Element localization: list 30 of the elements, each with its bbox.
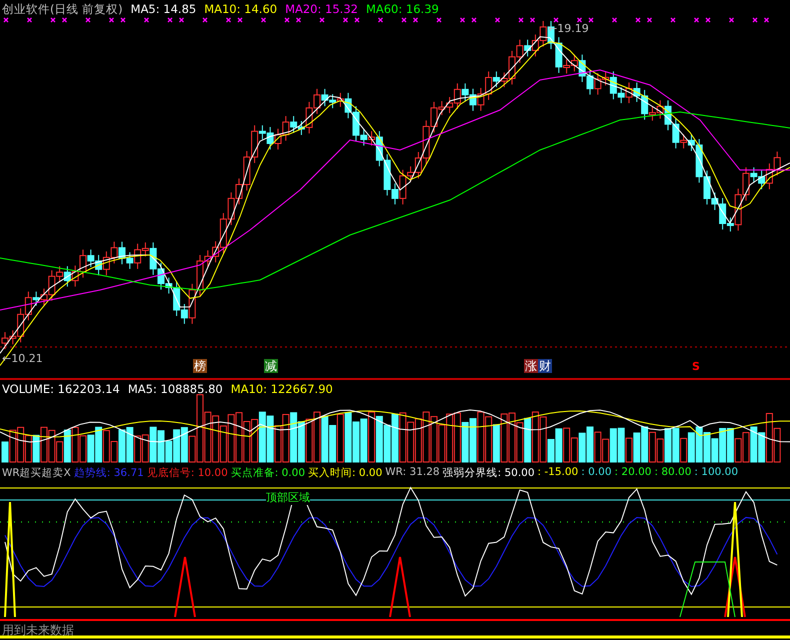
indicator-value: MA5: 108885.80 [128,382,223,396]
signal-tag: 榜 [193,359,207,373]
indicator-value: 强弱分界线: 50.00 [442,466,535,480]
indicator-value: : -15.00 [538,466,578,480]
signal-tag: 财 [538,359,552,373]
signal-step-line [680,562,736,618]
zone-label: 顶部区域 [266,490,310,505]
indicator-value: : 20.00 [614,466,652,480]
indicator-value: MA10: 122667.90 [230,382,333,396]
indicator-value: MA5: 14.85 [130,2,196,17]
indicator-value: MA10: 14.60 [204,2,278,17]
indicator-value: : 100.00 [694,466,738,480]
indicator-value: : 0.00 [581,466,612,480]
indicator-value: 买点准备: 0.00 [230,466,306,480]
indicator-value: WR超买超卖X [2,466,71,480]
indicator-value: 买入时间: 0.00 [308,466,382,480]
signal-spike-line [389,556,411,618]
indicator-value: VOLUME: 162203.14 [2,382,120,396]
chart-title: 创业软件(日线 前复权) [2,2,123,17]
indicator-value: WR: 31.28 [385,466,440,480]
indicator-value: 趋势线: 36.71 [74,466,144,480]
sell-signal-mark: S [692,360,700,374]
signal-tag: 涨 [524,359,538,373]
indicator-value: MA20: 15.32 [285,2,358,17]
signal-spike-line [174,556,196,618]
indicator-value: 见底信号: 10.00 [146,466,228,480]
indicator-value: MA60: 16.39 [366,2,439,17]
signal-tag: 减 [264,359,278,373]
indicator-value: : 80.00 [654,466,692,480]
warning-text: 用到未来数据 [2,622,74,639]
